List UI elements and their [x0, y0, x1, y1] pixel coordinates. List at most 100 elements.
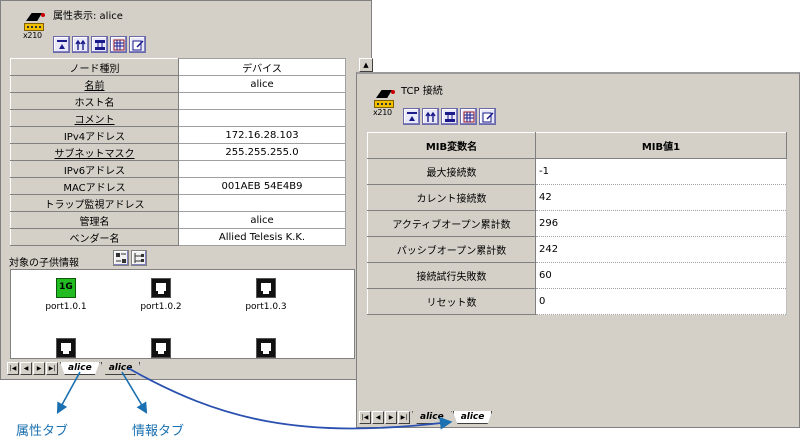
port-ethernet-icon [56, 338, 76, 358]
property-key: IPv4アドレス [10, 126, 179, 144]
mib-row: 最大接続数 -1 [367, 158, 787, 185]
edit-icon[interactable] [479, 108, 496, 125]
mib-row: カレント接続数 42 [367, 184, 787, 211]
column-header-mib-name[interactable]: MIB変数名 [367, 132, 536, 159]
left-tab-bar: |◀ ◀ ▶ ▶| alice alice [7, 361, 141, 375]
sort-up-icon[interactable] [422, 108, 439, 125]
port-item[interactable] [236, 338, 296, 358]
property-value: alice [178, 75, 346, 93]
next-tab-icon[interactable]: ▶ [33, 362, 45, 375]
property-row: MACアドレス 001AEB 54E4B9 [10, 177, 346, 195]
property-key: MACアドレス [10, 177, 179, 195]
property-key: トラップ監視アドレス [10, 194, 179, 212]
scroll-up-button[interactable]: ▲ [359, 58, 373, 72]
attribute-view-icon[interactable] [53, 36, 70, 53]
attribute-view-icon[interactable] [403, 108, 420, 125]
mib-variable-name: カレント接続数 [367, 184, 536, 211]
device-icon: x210 [373, 90, 397, 118]
port-item[interactable] [36, 338, 96, 358]
property-value: alice [178, 211, 346, 229]
view-tree-icon[interactable] [131, 250, 147, 266]
mib-variable-name: パッシブオープン累計数 [367, 236, 536, 263]
device-model-label: x210 [373, 108, 392, 117]
info-tab-annotation: 情報タブ [132, 424, 185, 439]
property-value [178, 160, 346, 178]
mib-value: 42 [535, 184, 787, 211]
attr-tab-annotation: 属性タブ [16, 424, 69, 439]
property-row: 名前 alice [10, 75, 346, 93]
sort-up-icon[interactable] [72, 36, 89, 53]
mib-row: リセット数 0 [367, 288, 787, 315]
mib-value: -1 [535, 158, 787, 185]
attribute-window: x210 属性表示: alice ノード種別 デバイス 名前 alice ホスト名 コメン… [0, 0, 373, 380]
view-list-icon[interactable] [113, 250, 129, 266]
property-key: ホスト名 [10, 92, 179, 110]
property-key[interactable]: サブネットマスク [10, 143, 179, 161]
last-tab-icon[interactable]: ▶| [398, 411, 410, 424]
mib-row: 接続試行失敗数 60 [367, 262, 787, 289]
property-row: IPv4アドレス 172.16.28.103 [10, 126, 346, 144]
first-tab-icon[interactable]: |◀ [359, 411, 371, 424]
children-toolbar [113, 250, 147, 266]
left-toolbar [53, 36, 146, 53]
port-ethernet-icon [151, 338, 171, 358]
mib-row: パッシブオープン累計数 242 [367, 236, 787, 263]
port-ethernet-icon [256, 278, 276, 298]
tcp-connection-window: x210 TCP 接続 MIB変数名 MIB値1 最大接続数 -1 カレント接続数 4… [356, 72, 800, 428]
property-value: 172.16.28.103 [178, 126, 346, 144]
port-item[interactable]: port1.0.3 [236, 278, 296, 312]
mib-variable-name: 最大接続数 [367, 158, 536, 185]
connection-icon[interactable] [441, 108, 458, 125]
prev-tab-icon[interactable]: ◀ [20, 362, 32, 375]
children-panel: 1G port1.0.1 port1.0.2 port1.0.3 [10, 269, 355, 359]
property-value [178, 109, 346, 127]
tab-info[interactable]: alice [452, 411, 493, 424]
property-row: トラップ監視アドレス [10, 194, 346, 212]
window-title: TCP 接続 [401, 86, 443, 97]
property-table: ノード種別 デバイス 名前 alice ホスト名 コメント IPv4アドレス 172.16.2… [10, 58, 346, 246]
property-row: ホスト名 [10, 92, 346, 110]
mib-value: 0 [535, 288, 787, 315]
right-tab-bar: |◀ ◀ ▶ ▶| alice alice [359, 410, 493, 424]
property-value [178, 92, 346, 110]
mib-row: アクティブオープン累計数 296 [367, 210, 787, 237]
first-tab-icon[interactable]: |◀ [7, 362, 19, 375]
edit-icon[interactable] [129, 36, 146, 53]
property-value: デバイス [178, 58, 346, 76]
right-toolbar [403, 108, 496, 125]
window-title: 属性表示: alice [53, 11, 123, 22]
port-1g-icon: 1G [56, 278, 76, 298]
tab-attribute[interactable]: alice [412, 411, 452, 424]
property-row: サブネットマスク 255.255.255.0 [10, 143, 346, 161]
property-key: ノード種別 [10, 58, 179, 76]
mib-variable-name: リセット数 [367, 288, 536, 315]
connection-icon[interactable] [91, 36, 108, 53]
column-header-mib-value[interactable]: MIB値1 [535, 132, 787, 159]
property-row: ノード種別 デバイス [10, 58, 346, 76]
last-tab-icon[interactable]: ▶| [46, 362, 58, 375]
mib-value: 60 [535, 262, 787, 289]
port-ethernet-icon [256, 338, 276, 358]
port-item[interactable]: 1G port1.0.1 [36, 278, 96, 312]
table-icon[interactable] [110, 36, 127, 53]
mib-value: 242 [535, 236, 787, 263]
prev-tab-icon[interactable]: ◀ [372, 411, 384, 424]
tab-attribute[interactable]: alice [60, 362, 100, 375]
mib-variable-name: アクティブオープン累計数 [367, 210, 536, 237]
table-icon[interactable] [460, 108, 477, 125]
tab-info[interactable]: alice [100, 362, 141, 375]
property-row: ベンダー名 Allied Telesis K.K. [10, 228, 346, 246]
property-row: コメント [10, 109, 346, 127]
property-key[interactable]: 名前 [10, 75, 179, 93]
children-info-label: 対象の子供情報 [9, 258, 79, 269]
property-key: IPv6アドレス [10, 160, 179, 178]
property-value [178, 194, 346, 212]
port-item[interactable] [131, 338, 191, 358]
property-key[interactable]: コメント [10, 109, 179, 127]
property-row: IPv6アドレス [10, 160, 346, 178]
next-tab-icon[interactable]: ▶ [385, 411, 397, 424]
property-key: 管理名 [10, 211, 179, 229]
port-item[interactable]: port1.0.2 [131, 278, 191, 312]
port-ethernet-icon [151, 278, 171, 298]
property-value: Allied Telesis K.K. [178, 228, 346, 246]
